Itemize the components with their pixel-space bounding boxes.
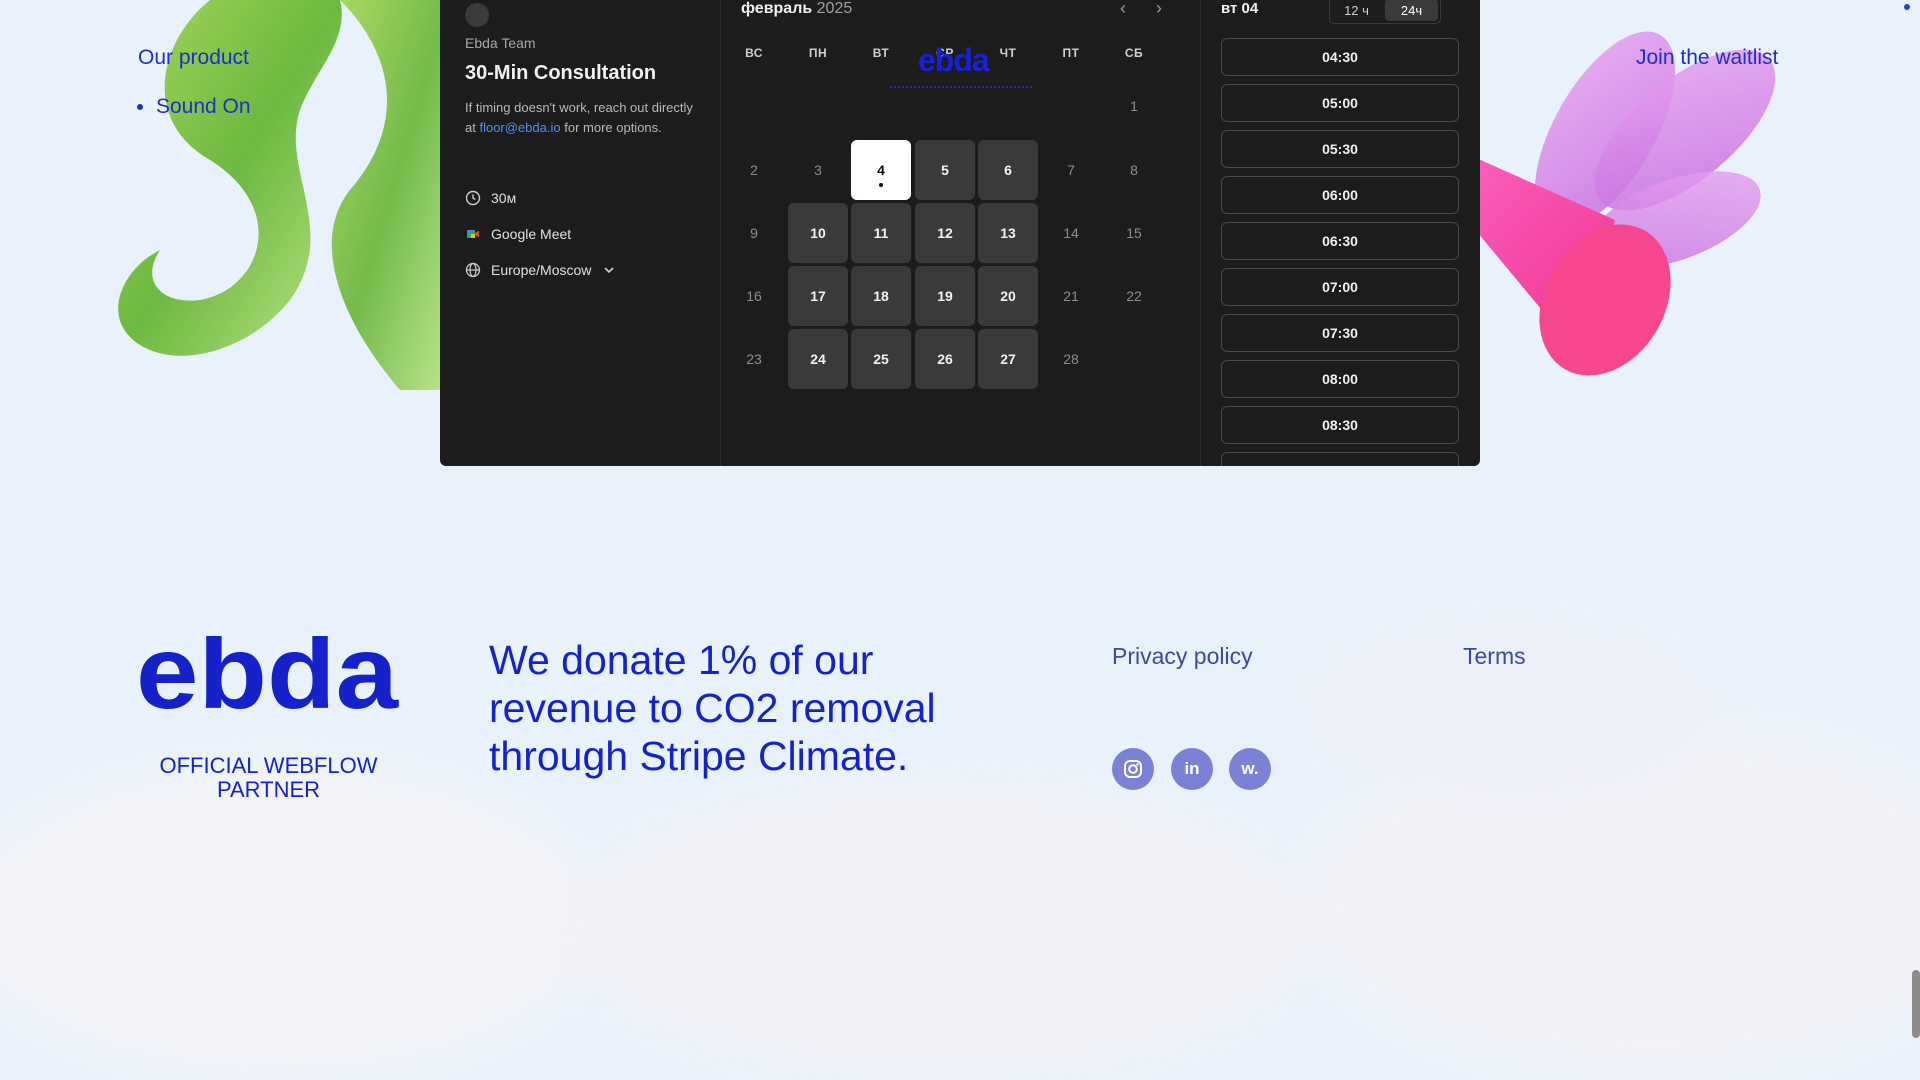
duration-label: 30м	[491, 190, 517, 206]
weekday-header: ВТ	[872, 46, 890, 60]
timezone-label: Europe/Moscow	[491, 262, 592, 278]
selected-day-label: вт 04	[1221, 0, 1259, 17]
time-slot-button[interactable]: 04:30	[1221, 38, 1459, 76]
duration-row: 30м	[465, 190, 516, 206]
calendar-day: 15	[1126, 225, 1142, 241]
calendar-day: 28	[1063, 351, 1079, 367]
time-format-toggle: 12 ч 24ч	[1329, 0, 1441, 24]
calendar-day[interactable]: 13	[978, 203, 1038, 263]
calendar-day: 9	[750, 225, 758, 241]
calendar-day: 2	[750, 162, 758, 178]
weekday-header: СБ	[1124, 46, 1144, 60]
calendar-day: 21	[1063, 288, 1079, 304]
webflow-icon: w.	[1241, 759, 1259, 778]
next-month-button[interactable]: ›	[1156, 0, 1162, 19]
event-description: If timing doesn't work, reach out direct…	[465, 98, 695, 138]
calendar-day: 3	[814, 162, 822, 178]
calendar-day: 16	[746, 288, 762, 304]
team-avatar	[465, 3, 489, 27]
indicator-dot	[1904, 4, 1910, 10]
calendar-day[interactable]: 24	[788, 329, 848, 389]
google-meet-icon	[467, 230, 479, 238]
prev-month-button[interactable]: ‹	[1120, 0, 1126, 19]
scrollbar-thumb[interactable]	[1912, 970, 1920, 1038]
description-text-end: for more options.	[560, 120, 662, 135]
calendar-day[interactable]: 20	[978, 266, 1038, 326]
chevron-down-icon	[604, 267, 614, 274]
cloud-shape	[560, 780, 1320, 1080]
event-details-panel: Ebda Team 30-Min Consultation If timing …	[440, 0, 721, 466]
team-name: Ebda Team	[465, 35, 536, 51]
cloud-shape	[0, 760, 600, 1080]
globe-icon	[465, 262, 481, 278]
calendar-day[interactable]: 19	[915, 266, 975, 326]
timezone-selector[interactable]: Europe/Moscow	[465, 262, 617, 278]
calendar-day[interactable]: 5	[915, 140, 975, 200]
time-slot-button[interactable]: 06:00	[1221, 176, 1459, 214]
webflow-partner-label: OFFICIAL WEBFLOW PARTNER	[159, 753, 378, 802]
time-slot-button[interactable]: 07:30	[1221, 314, 1459, 352]
calendar-day[interactable]: 12	[915, 203, 975, 263]
overlay-logo: ebda	[918, 42, 990, 78]
time-slot-button[interactable]: 07:00	[1221, 268, 1459, 306]
toggle-24h[interactable]: 24ч	[1385, 0, 1438, 21]
calendar-day[interactable]: 4	[851, 140, 911, 200]
join-waitlist-link[interactable]: Join the waitlist	[1636, 46, 1778, 70]
weekday-header: ПН	[808, 46, 828, 60]
terms-link[interactable]: Terms	[1463, 643, 1526, 670]
platform-label: Google Meet	[491, 226, 572, 242]
time-slot-button[interactable]: 08:30	[1221, 406, 1459, 444]
overlay-underline	[890, 86, 1032, 96]
time-slot-button[interactable]: 08:00	[1221, 360, 1459, 398]
weekday-header: ВС	[745, 46, 763, 60]
calendar-day[interactable]: 25	[851, 329, 911, 389]
calendar-day[interactable]: 10	[788, 203, 848, 263]
calendar-day[interactable]: 18	[851, 266, 911, 326]
time-slots-panel: вт 04 12 ч 24ч 04:30 05:00 05:30 06:00 06:30…	[1201, 0, 1480, 466]
year-label: 2025	[816, 0, 853, 17]
calendar-day: 8	[1130, 162, 1138, 178]
calendar-day: 22	[1126, 288, 1142, 304]
webflow-button[interactable]: w.	[1229, 748, 1271, 790]
nav-sound-on[interactable]: Sound On	[156, 92, 251, 122]
linkedin-icon: in	[1184, 759, 1200, 778]
product-list: Sound On	[136, 92, 251, 122]
calendar-day[interactable]: 17	[788, 266, 848, 326]
calendar-day: 1	[1130, 98, 1138, 114]
nav-our-product[interactable]: Our product	[138, 46, 249, 70]
time-slot-button[interactable]	[1221, 452, 1459, 466]
privacy-policy-link[interactable]: Privacy policy	[1112, 643, 1253, 670]
ebda-logo-text: ebda	[136, 636, 399, 716]
instagram-icon	[1124, 760, 1142, 778]
clock-icon	[465, 190, 481, 206]
email-link[interactable]: floor@ebda.io	[479, 120, 560, 135]
time-slot-button[interactable]: 05:30	[1221, 130, 1459, 168]
calendar-day[interactable]: 26	[915, 329, 975, 389]
calendar-day[interactable]: 27	[978, 329, 1038, 389]
calendar-day[interactable]: 6	[978, 140, 1038, 200]
time-slot-button[interactable]: 05:00	[1221, 84, 1459, 122]
time-slot-button[interactable]: 06:30	[1221, 222, 1459, 260]
instagram-button[interactable]	[1112, 748, 1154, 790]
donation-statement: We donate 1% of our revenue to CO2 remov…	[489, 637, 936, 779]
linkedin-button[interactable]: in	[1171, 748, 1213, 790]
calendar-day: 7	[1067, 162, 1075, 178]
month-name: февраль	[741, 0, 813, 17]
calendar-day: 23	[746, 351, 762, 367]
event-title: 30-Min Consultation	[465, 62, 657, 84]
calendar-day[interactable]: 11	[851, 203, 911, 263]
platform-row: Google Meet	[465, 226, 571, 242]
ebda-logo[interactable]: ebda	[136, 636, 402, 716]
calendar-day: 14	[1063, 225, 1079, 241]
weekday-header: ПТ	[1062, 46, 1080, 60]
toggle-12h[interactable]: 12 ч	[1330, 0, 1383, 23]
month-title: февраль 2025	[741, 0, 852, 18]
